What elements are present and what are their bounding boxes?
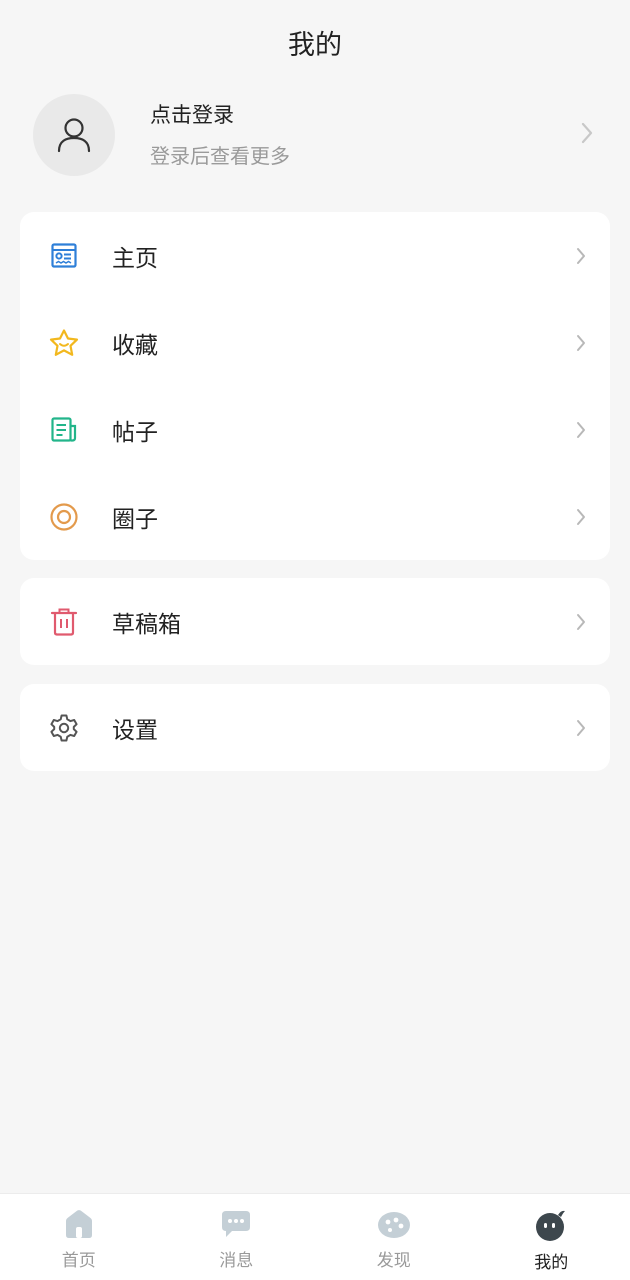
chevron-right-icon [577, 247, 585, 264]
tab-label: 消息 [219, 1251, 254, 1271]
menu-item-label: 草稿箱 [112, 611, 181, 638]
menu-card-settings: 设置 [20, 684, 610, 771]
menu-item-label: 收藏 [112, 332, 158, 359]
avatar[interactable] [33, 94, 115, 176]
chevron-right-icon [577, 613, 585, 630]
profile-text: 点击登录 登录后查看更多 [150, 100, 290, 170]
menu-item-label: 设置 [112, 717, 158, 744]
star-icon [48, 327, 80, 359]
trash-icon [48, 606, 80, 638]
home-icon [65, 1210, 92, 1238]
menu-item-favorites[interactable]: 收藏 [20, 299, 610, 386]
menu-item-homepage[interactable]: 主页 [20, 212, 610, 299]
discover-icon [377, 1212, 410, 1238]
gear-icon [48, 712, 80, 744]
login-title[interactable]: 点击登录 [150, 100, 290, 130]
post-icon [48, 414, 80, 446]
chevron-right-icon [577, 719, 585, 736]
homepage-icon [48, 240, 80, 272]
tab-label: 我的 [534, 1253, 569, 1273]
menu-item-label: 主页 [112, 245, 158, 272]
menu-item-posts[interactable]: 帖子 [20, 386, 610, 473]
page-title: 我的 [288, 29, 342, 61]
user-icon [57, 118, 91, 153]
header: 我的 [0, 0, 630, 84]
circle-icon [48, 501, 80, 533]
chevron-right-icon [577, 421, 585, 438]
tab-messages[interactable]: 消息 [158, 1194, 316, 1280]
login-subtitle: 登录后查看更多 [150, 144, 290, 168]
me-icon [536, 1210, 566, 1241]
menu-item-circles[interactable]: 圈子 [20, 473, 610, 560]
tab-home[interactable]: 首页 [0, 1194, 158, 1280]
menu-card-main: 主页 收藏 帖子 圈子 [20, 212, 610, 560]
bottom-tab-bar: 首页 消息 发现 我的 [0, 1193, 630, 1280]
menu-item-label: 帖子 [112, 419, 158, 446]
profile-section[interactable]: 点击登录 登录后查看更多 [0, 92, 630, 180]
menu-card-drafts: 草稿箱 [20, 578, 610, 665]
menu-item-drafts[interactable]: 草稿箱 [20, 578, 610, 665]
tab-me[interactable]: 我的 [473, 1194, 630, 1280]
chevron-right-icon [577, 508, 585, 525]
menu-item-label: 圈子 [112, 506, 158, 533]
message-icon [222, 1211, 251, 1237]
menu-item-settings[interactable]: 设置 [20, 684, 610, 771]
tab-label: 首页 [61, 1251, 96, 1271]
tab-discover[interactable]: 发现 [315, 1194, 473, 1280]
chevron-right-icon [577, 334, 585, 351]
chevron-right-icon [581, 122, 593, 144]
tab-label: 发现 [376, 1251, 411, 1271]
